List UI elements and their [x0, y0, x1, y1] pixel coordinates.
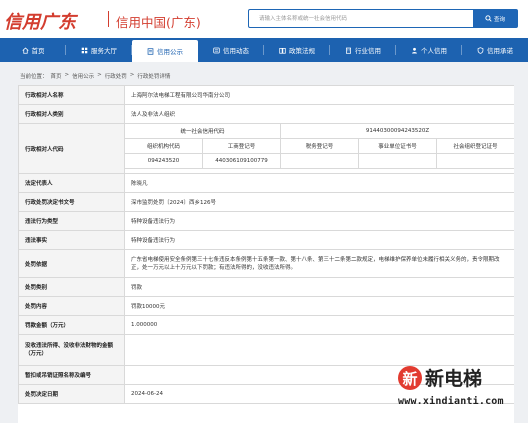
- nav-item-credit-disclosure[interactable]: 信用公示: [132, 40, 198, 62]
- category-value: 罚款: [123, 277, 514, 297]
- party-name-label: 行政相对人名称: [18, 85, 125, 105]
- breadcrumb-item-disclosure[interactable]: 信用公示: [72, 72, 94, 80]
- table-row: 行政相对人类别 法人及非法人组织: [18, 104, 514, 124]
- party-code-label: 行政相对人代码: [18, 123, 125, 174]
- breadcrumb-separator: >: [64, 72, 70, 78]
- basis-label: 处罚依据: [18, 249, 125, 278]
- breadcrumb-separator: >: [129, 72, 135, 78]
- uscc-label: 统一社会信用代码: [124, 123, 281, 139]
- category-label: 处罚类别: [18, 277, 125, 297]
- breadcrumb-item-current: 行政处罚详情: [137, 74, 171, 80]
- logo-divider: [108, 11, 109, 27]
- watermark-url: www.xindianti.com: [398, 396, 504, 407]
- grid-icon: [81, 47, 88, 53]
- nav-item-label: 个人信用: [421, 47, 447, 55]
- table-row: 处罚类别 罚款: [18, 277, 514, 297]
- table-row: 罚款金额（万元） 1.000000: [18, 315, 514, 335]
- nav-item-label: 信用承诺: [487, 47, 513, 55]
- institution-cert-header: 事业单位证书号: [358, 138, 437, 154]
- search-input[interactable]: [249, 10, 475, 27]
- license-label: 暂扣或吊销证照名称及编号: [18, 365, 125, 385]
- doc-no-value: 深市监罚处罚〔2024〕西乡126号: [123, 192, 514, 212]
- nav-item-policies[interactable]: 政策法规: [264, 38, 330, 62]
- violation-fact-label: 违法事实: [18, 230, 125, 250]
- date-label: 处罚决定日期: [18, 384, 125, 404]
- content-value: 罚款10000元: [123, 296, 514, 316]
- table-row: 行政处罚决定书文号 深市监罚处罚〔2024〕西乡126号: [18, 192, 514, 212]
- table-row: 法定代表人 陈晓凡: [18, 173, 514, 193]
- shield-icon: [477, 46, 484, 54]
- nav-item-home[interactable]: 首页: [0, 38, 66, 62]
- breadcrumb-separator: >: [97, 72, 102, 78]
- nav-item-credit-news[interactable]: 信用动态: [198, 38, 264, 62]
- doc-no-label: 行政处罚决定书文号: [18, 192, 125, 212]
- nav-item-label: 行业信用: [355, 47, 381, 55]
- nav-item-personal-credit[interactable]: 个人信用: [396, 38, 462, 62]
- breadcrumb: 当前位置： 首页 > 信用公示 > 行政处罚 > 行政处罚详情: [20, 72, 170, 80]
- home-icon: [21, 47, 29, 54]
- table-row: 行政相对人名称 上海阿尔法电梯工程有限公司华南分公司: [18, 85, 514, 105]
- nav-item-label: 信用公示: [157, 48, 183, 56]
- nav-item-label: 首页: [31, 47, 45, 55]
- amount-value: 1.000000: [123, 315, 514, 335]
- nav-item-label: 服务大厅: [91, 47, 117, 55]
- party-name-value: 上海阿尔法电梯工程有限公司华南分公司: [123, 85, 514, 105]
- table-row: 没收违法所得、没收非法财物的金额（万元）: [18, 334, 514, 366]
- tax-reg-value: [280, 153, 359, 169]
- violation-type-label: 违法行为类型: [18, 211, 125, 231]
- watermark-logo-icon: 新: [398, 366, 422, 390]
- legal-rep-value: 陈晓凡: [123, 173, 514, 193]
- nav-item-service-hall[interactable]: 服务大厅: [66, 38, 132, 62]
- nav-item-credit-commitment[interactable]: 信用承诺: [462, 38, 528, 62]
- document-icon: [147, 47, 154, 55]
- breadcrumb-prefix: 当前位置：: [20, 74, 48, 80]
- penalty-detail-table: 行政相对人名称 上海阿尔法电梯工程有限公司华南分公司 行政相对人类别 法人及非法…: [18, 85, 514, 404]
- nav-item-label: 政策法规: [289, 47, 315, 55]
- site-header: 信用广东 信用中国(广东) 查询: [0, 0, 528, 38]
- building-icon: [346, 47, 351, 54]
- site-watermark: 新 新电梯 www.xindianti.com: [398, 366, 524, 420]
- confiscation-value: [123, 334, 514, 366]
- institution-cert-value: [358, 153, 437, 169]
- logo-main-text: 信用中国(广东): [116, 15, 201, 30]
- party-type-value: 法人及非法人组织: [123, 104, 514, 124]
- watermark-title: 新电梯: [425, 368, 483, 390]
- main-nav: 首页 服务大厅 信用公示 信用动态 政策法规 行业信用 个人信用 信用承诺: [0, 38, 528, 62]
- basis-value: 广东省电梯使用安全条例第三十七条违反本条例第十五条第一款、第十八条、第三十二条第…: [123, 249, 514, 278]
- table-row: 处罚内容 罚款10000元: [18, 296, 514, 316]
- table-row: 违法事实 特种设备违法行为: [18, 230, 514, 250]
- social-org-header: 社会组织登记证号: [435, 138, 514, 154]
- search-button-label: 查询: [493, 16, 505, 23]
- social-org-value: [435, 153, 514, 169]
- violation-type-value: 特种设备违法行为: [123, 211, 514, 231]
- tax-reg-header: 税务登记号: [280, 138, 359, 154]
- user-icon: [412, 47, 417, 53]
- search-box: 查询: [248, 9, 518, 28]
- content-label: 处罚内容: [18, 296, 125, 316]
- news-icon: [213, 47, 220, 53]
- breadcrumb-item-penalty[interactable]: 行政处罚: [105, 72, 127, 80]
- business-reg-value: 440306109100779: [202, 153, 281, 169]
- violation-fact-value: 特种设备违法行为: [123, 230, 514, 250]
- table-row: 行政相对人代码 统一社会信用代码 91440300094243520Z: [18, 123, 514, 174]
- search-icon: [485, 15, 492, 22]
- confiscation-label: 没收违法所得、没收非法财物的金额（万元）: [18, 334, 125, 366]
- logo-cursive-text: 信用广东: [4, 12, 76, 33]
- search-button[interactable]: 查询: [473, 10, 517, 27]
- table-row: 违法行为类型 特种设备违法行为: [18, 211, 514, 231]
- book-icon: [279, 47, 286, 54]
- breadcrumb-item-home[interactable]: 首页: [51, 72, 62, 80]
- nav-item-industry-credit[interactable]: 行业信用: [330, 38, 396, 62]
- table-row: 处罚依据 广东省电梯使用安全条例第三十七条违反本条例第十五条第一款、第十八条、第…: [18, 249, 514, 278]
- org-code-value: 094243520: [124, 153, 203, 169]
- party-type-label: 行政相对人类别: [18, 104, 125, 124]
- business-reg-header: 工商登记号: [202, 138, 281, 154]
- nav-item-label: 信用动态: [223, 47, 249, 55]
- legal-rep-label: 法定代表人: [18, 173, 125, 193]
- amount-label: 罚款金额（万元）: [18, 315, 125, 335]
- uscc-value: 91440300094243520Z: [279, 123, 514, 139]
- org-code-header: 组织机构代码: [124, 138, 203, 154]
